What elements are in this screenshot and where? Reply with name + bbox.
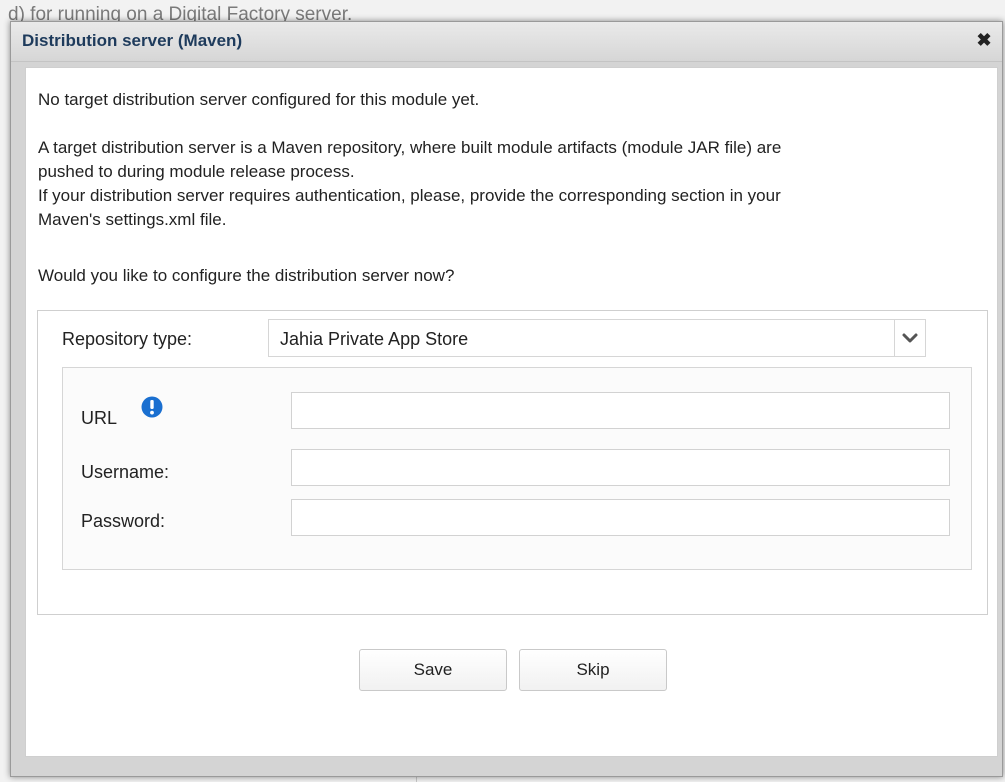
credentials-fieldset: URL Username: Password: — [62, 367, 972, 570]
repository-type-select[interactable]: Jahia Private App Store — [268, 319, 926, 357]
repository-type-label: Repository type: — [62, 329, 193, 349]
no-target-message: No target distribution server configured… — [38, 90, 480, 109]
dialog-title: Distribution server (Maven) — [22, 31, 243, 50]
dialog-content: No target distribution server configured… — [25, 67, 998, 757]
url-label: URL — [81, 408, 118, 428]
description-line-1: A target distribution server is a Maven … — [38, 138, 782, 157]
save-button[interactable]: Save — [359, 649, 507, 691]
username-label: Username: — [81, 462, 170, 482]
info-icon[interactable] — [141, 396, 163, 418]
distribution-server-dialog: Distribution server (Maven) ✖ No target … — [10, 21, 1003, 777]
url-input[interactable] — [291, 392, 950, 429]
skip-button[interactable]: Skip — [519, 649, 667, 691]
description-line-4: Maven's settings.xml file. — [38, 210, 227, 229]
close-icon[interactable]: ✖ — [974, 30, 994, 50]
configure-question: Would you like to configure the distribu… — [38, 266, 455, 285]
username-input[interactable] — [291, 449, 950, 486]
dialog-titlebar[interactable]: Distribution server (Maven) ✖ — [11, 22, 1002, 62]
distribution-form-panel: Repository type: Jahia Private App Store… — [37, 310, 988, 615]
description-line-3: If your distribution server requires aut… — [38, 186, 781, 205]
chevron-down-icon[interactable] — [894, 319, 926, 357]
description-line-2: pushed to during module release process. — [38, 162, 355, 181]
password-input[interactable] — [291, 499, 950, 536]
repository-type-value: Jahia Private App Store — [280, 329, 469, 349]
password-label: Password: — [81, 511, 166, 531]
